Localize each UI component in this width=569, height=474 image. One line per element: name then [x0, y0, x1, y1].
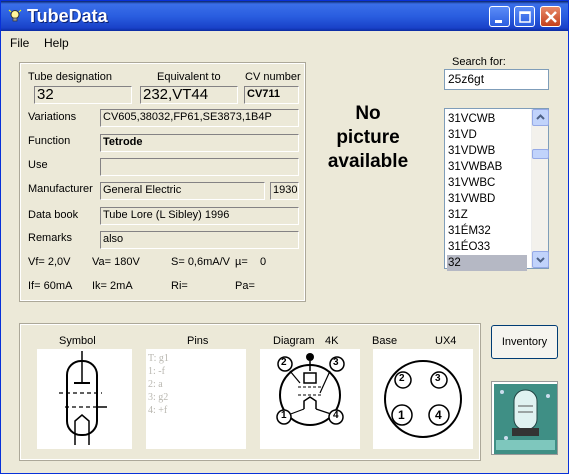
base-diagram: 2 3 1 4	[373, 349, 473, 449]
picture-line-1: No	[355, 103, 381, 124]
scroll-up-icon	[536, 114, 545, 120]
va-value: Va= 180V	[92, 256, 140, 268]
inventory-button[interactable]: Inventory	[491, 325, 558, 359]
remarks-label: Remarks	[28, 232, 73, 244]
tube-list-item[interactable]: 31VWBAB	[447, 159, 527, 175]
cv-number-label: CV number	[245, 71, 301, 83]
tube-list-item[interactable]: 31VWBC	[447, 175, 527, 191]
function-label: Function	[28, 135, 71, 147]
lightbulb-icon	[8, 9, 22, 22]
variations-field[interactable]: CV605,38032,FP61,SE3873,1B4P	[100, 109, 299, 127]
minimize-button[interactable]	[489, 6, 510, 27]
tube-list-item[interactable]: 31VWBD	[447, 191, 527, 207]
diagram-code: 4K	[325, 335, 339, 347]
manufacturer-label: Manufacturer	[28, 183, 93, 195]
diagram-pin-3: 3	[333, 357, 339, 368]
pin-diagram-icon	[276, 353, 345, 426]
base-icon	[384, 360, 462, 438]
tube-list-item[interactable]: 31Z	[447, 207, 527, 223]
base-label: Base	[372, 335, 398, 347]
manufacturer-field[interactable]: General Electric	[100, 182, 265, 200]
pa-value: Pa=	[235, 280, 255, 292]
pin-list: T: g1 1: -f 2: a 3: g2 4: +f	[148, 352, 169, 417]
base-pin-4: 4	[435, 408, 442, 422]
tube-list-item[interactable]: 31ÉO33	[447, 239, 527, 255]
diagram-pin-1: 1	[281, 410, 287, 421]
scroll-down-button[interactable]	[532, 251, 549, 268]
diagram-pin-2: 2	[281, 357, 287, 368]
ik-value: Ik= 2mA	[92, 280, 133, 292]
app-window: TubeData File Help Tube designation Equi…	[0, 0, 569, 474]
use-field[interactable]	[100, 158, 299, 176]
scroll-up-button[interactable]	[532, 109, 549, 126]
diagram-label: Diagram	[273, 335, 315, 347]
base-code: UX4	[435, 335, 457, 347]
pin-item: 4: +f	[148, 405, 168, 416]
pin-item: 3: g2	[148, 392, 169, 403]
diagram-pin-4: 4	[333, 410, 339, 421]
minimize-icon	[495, 20, 502, 23]
data-book-label: Data book	[28, 209, 79, 221]
tube-list-item[interactable]: 32	[447, 255, 527, 271]
pin-item: 2: a	[148, 379, 163, 390]
equivalent-to-label: Equivalent to	[157, 71, 221, 83]
picture-placeholder: No picture available	[313, 102, 423, 174]
ri-value: Ri=	[171, 280, 188, 292]
picture-line-3: available	[327, 151, 409, 172]
cv-number-field[interactable]: CV711	[244, 86, 299, 104]
data-book-field[interactable]: Tube Lore (L Sibley) 1996	[100, 207, 299, 225]
tube-list-item[interactable]: 31VD	[447, 127, 527, 143]
list-scrollbar[interactable]	[531, 109, 549, 268]
close-icon	[545, 11, 557, 23]
scroll-thumb[interactable]	[532, 149, 549, 159]
symbol-label: Symbol	[59, 335, 96, 347]
tube-list-item[interactable]: 31VCWB	[447, 111, 527, 127]
picture-line-2: picture	[336, 127, 400, 148]
search-input[interactable]: 25z6gt	[444, 69, 549, 90]
pins-label: Pins	[187, 335, 209, 347]
variations-label: Variations	[28, 111, 77, 123]
tube-list[interactable]: 31VCWB 31VD 31VDWB 31VWBAB 31VWBC 31VWBD 31Z 31…	[444, 108, 549, 271]
equivalent-to-field[interactable]: 232,VT44	[140, 86, 238, 104]
use-label: Use	[28, 159, 48, 171]
menu-bar: File Help	[1, 34, 568, 52]
maximize-button[interactable]	[514, 6, 535, 27]
tube-logo-icon	[494, 384, 557, 454]
window-title: TubeData	[27, 6, 108, 26]
tube-designation-field[interactable]: 32	[34, 86, 132, 104]
tube-symbol	[37, 349, 132, 449]
if-value: If= 60mA	[28, 280, 73, 292]
tube-list-item[interactable]: 31ÉM32	[447, 223, 527, 239]
menu-help[interactable]: Help	[44, 36, 69, 50]
close-button[interactable]	[540, 6, 561, 27]
pin-item: T: g1	[148, 353, 169, 364]
vf-value: Vf= 2,0V	[28, 256, 71, 268]
mu-value: 0	[260, 256, 267, 268]
base-pin-1: 1	[398, 408, 405, 422]
base-pin-2: 2	[399, 373, 405, 384]
pin-item: 1: -f	[148, 366, 165, 377]
tube-designation-label: Tube designation	[28, 71, 112, 83]
year-field[interactable]: 1930	[270, 182, 299, 200]
pin-diagram: 2 3 1 4	[260, 349, 360, 449]
maximize-icon	[519, 11, 531, 23]
base-pin-3: 3	[435, 373, 441, 384]
tube-list-item[interactable]: 31VDWB	[447, 143, 527, 159]
scroll-down-icon	[536, 257, 545, 263]
search-label: Search for:	[452, 56, 506, 68]
tube-symbol-icon	[59, 351, 107, 445]
title-bar[interactable]: TubeData	[1, 1, 568, 31]
s-value: S= 0,6mA/V	[171, 256, 231, 268]
menu-file[interactable]: File	[10, 36, 29, 50]
function-field[interactable]: Tetrode	[100, 134, 299, 152]
remarks-field[interactable]: also	[100, 231, 299, 249]
mu-label: µ=	[235, 256, 248, 268]
tube-logo	[491, 381, 558, 455]
